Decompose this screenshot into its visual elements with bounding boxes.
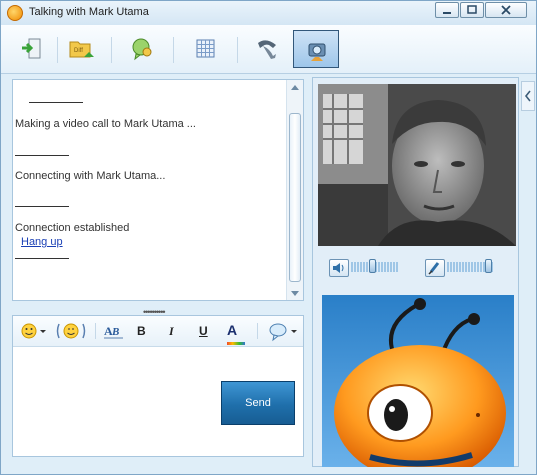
hang-up-link[interactable]: Hang up bbox=[21, 236, 63, 248]
ant-mascot-icon bbox=[334, 298, 506, 467]
font-color-button[interactable]: A bbox=[227, 320, 245, 345]
speaker-volume-slider[interactable] bbox=[351, 259, 399, 273]
phone-icon bbox=[258, 40, 276, 59]
microphone-volume-button[interactable] bbox=[425, 259, 445, 277]
speaker-icon bbox=[333, 263, 344, 273]
whiteboard-button[interactable] bbox=[189, 33, 223, 65]
microphone-icon bbox=[428, 262, 440, 275]
add-contact-icon bbox=[132, 38, 152, 61]
format-toolbar: A B B I U A bbox=[13, 316, 303, 347]
maximize-button[interactable] bbox=[460, 2, 484, 18]
remote-video-feed-icon bbox=[318, 84, 516, 246]
nudge-button[interactable] bbox=[267, 320, 299, 342]
app-logo-icon bbox=[7, 5, 23, 21]
title-bar[interactable]: Talking with Mark Utama bbox=[1, 1, 536, 26]
close-icon bbox=[501, 5, 511, 15]
svg-text:B: B bbox=[111, 326, 119, 338]
video-panel bbox=[312, 77, 519, 467]
speaker-volume-knob[interactable] bbox=[369, 259, 376, 273]
emoticon-button[interactable] bbox=[19, 320, 49, 342]
microphone-volume-knob[interactable] bbox=[485, 259, 492, 273]
window-title: Talking with Mark Utama bbox=[29, 6, 149, 18]
video-call-button[interactable] bbox=[293, 30, 339, 68]
remote-video bbox=[318, 84, 516, 246]
collapse-panel-button[interactable] bbox=[521, 81, 535, 111]
add-contact-button[interactable] bbox=[125, 33, 159, 65]
scroll-thumb[interactable] bbox=[289, 113, 301, 282]
chat-message: Connecting with Mark Utama... bbox=[15, 170, 166, 182]
underline-button[interactable]: U bbox=[199, 320, 213, 342]
maximize-icon bbox=[467, 5, 477, 14]
microphone-volume-slider[interactable] bbox=[447, 259, 493, 273]
toolbar: Diff bbox=[1, 25, 536, 74]
chat-message: Connection established bbox=[15, 222, 130, 234]
minimize-button[interactable] bbox=[435, 2, 459, 18]
wink-icon bbox=[56, 323, 86, 339]
compose-area[interactable]: A B B I U A Send bbox=[12, 315, 304, 457]
voice-call-button[interactable] bbox=[249, 33, 283, 65]
grid-icon bbox=[196, 39, 215, 58]
smiley-icon bbox=[21, 323, 46, 339]
scroll-up-icon[interactable] bbox=[291, 85, 299, 90]
message-divider bbox=[15, 206, 69, 207]
message-divider bbox=[15, 155, 69, 156]
chat-history[interactable]: Making a video call to Mark Utama ... Co… bbox=[12, 79, 304, 301]
font-button[interactable]: A B bbox=[103, 320, 125, 342]
minimize-icon bbox=[443, 12, 451, 14]
message-divider bbox=[29, 102, 83, 103]
speaker-volume-button[interactable] bbox=[329, 259, 349, 277]
chat-message: Making a video call to Mark Utama ... bbox=[15, 118, 196, 130]
animated-emoticon-button[interactable] bbox=[55, 320, 87, 342]
font-style-icon: A B bbox=[104, 324, 123, 339]
self-avatar bbox=[322, 295, 514, 467]
message-divider bbox=[15, 258, 69, 259]
close-button[interactable] bbox=[485, 2, 527, 18]
send-file-button[interactable] bbox=[15, 33, 49, 65]
diff-file-icon: Diff bbox=[69, 41, 94, 58]
video-call-icon bbox=[308, 43, 326, 61]
scroll-down-icon[interactable] bbox=[291, 291, 299, 296]
speech-bubble-icon bbox=[269, 323, 297, 342]
italic-button[interactable]: I bbox=[169, 320, 183, 342]
send-button[interactable]: Send bbox=[221, 381, 295, 425]
diff-file-button[interactable]: Diff bbox=[63, 33, 97, 65]
chat-window: Talking with Mark Utama Diff Making a vi… bbox=[0, 0, 537, 475]
chat-scrollbar[interactable] bbox=[286, 80, 303, 300]
chevron-left-icon bbox=[524, 90, 531, 102]
bold-button[interactable]: B bbox=[137, 320, 151, 342]
send-file-icon bbox=[22, 38, 41, 59]
svg-text:Diff: Diff bbox=[74, 48, 83, 54]
